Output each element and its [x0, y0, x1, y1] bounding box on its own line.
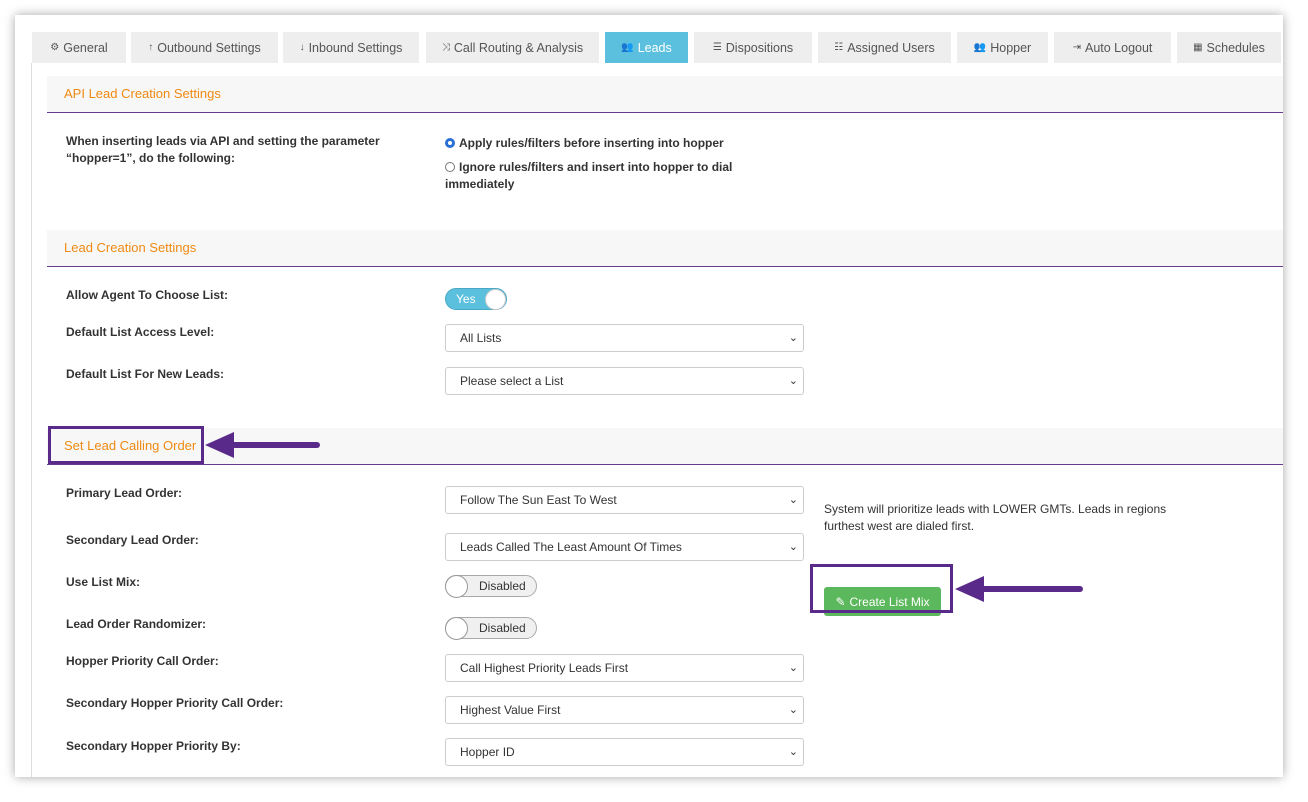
- highlight-box-lead-calling-order: [48, 426, 204, 464]
- allow-agent-choose-list-label: Allow Agent To Choose List:: [66, 288, 228, 302]
- select-value: Follow The Sun East To West: [460, 493, 617, 507]
- label-line: When inserting leads via API and setting…: [66, 134, 380, 148]
- api-hopper-label: When inserting leads via API and setting…: [66, 133, 380, 167]
- tab-label: Inbound Settings: [308, 40, 403, 55]
- tab-label: Schedules: [1206, 40, 1265, 55]
- lead-order-randomizer-label: Lead Order Randomizer:: [66, 617, 207, 631]
- primary-lead-order-select[interactable]: Follow The Sun East To West ⌄: [445, 486, 804, 514]
- tab-label: Outbound Settings: [157, 40, 261, 55]
- hopper-priority-call-order-label: Hopper Priority Call Order:: [66, 654, 219, 668]
- annotation-arrow-left-icon: [205, 432, 320, 458]
- tab-label: Leads: [637, 40, 672, 55]
- secondary-hopper-priority-call-order-select[interactable]: Highest Value First ⌄: [445, 696, 804, 724]
- annotation-arrow-left-icon: [955, 576, 1083, 602]
- radio-selected-icon[interactable]: [445, 138, 455, 148]
- radio-label-cont: immediately: [445, 177, 515, 191]
- calendar-icon: ▦: [1193, 42, 1203, 53]
- default-list-new-leads-label: Default List For New Leads:: [66, 367, 225, 381]
- list-ordered-icon: ☷: [834, 42, 844, 53]
- section-header-lead-creation: Lead Creation Settings: [47, 230, 1283, 267]
- tab-general[interactable]: ⚙ General: [32, 32, 126, 63]
- arrow-down-icon: ↓: [299, 42, 305, 53]
- tab-outbound-settings[interactable]: ↑ Outbound Settings: [131, 32, 278, 63]
- radio-apply-rules[interactable]: Apply rules/filters before inserting int…: [445, 135, 724, 152]
- tab-label: Auto Logout: [1084, 40, 1153, 55]
- tab-assigned-users[interactable]: ☷ Assigned Users: [818, 32, 951, 63]
- lead-order-randomizer-toggle[interactable]: Disabled: [445, 617, 537, 640]
- chevron-down-icon: ⌄: [788, 494, 798, 506]
- tab-label: Assigned Users: [847, 40, 935, 55]
- radio-label: Apply rules/filters before inserting int…: [459, 136, 724, 150]
- tab-leads[interactable]: 👥 Leads: [605, 32, 688, 63]
- toggle-text: Yes: [456, 292, 476, 306]
- radio-ignore-rules[interactable]: Ignore rules/filters and insert into hop…: [445, 159, 732, 193]
- select-value: Leads Called The Least Amount Of Times: [460, 540, 682, 554]
- tab-schedules[interactable]: ▦ Schedules: [1177, 32, 1281, 63]
- shuffle-icon: ⤨: [441, 42, 450, 53]
- help-line: furthest west are dialed first.: [824, 519, 975, 533]
- select-value: Hopper ID: [460, 745, 515, 759]
- section-title: Lead Creation Settings: [64, 240, 197, 255]
- select-value: All Lists: [460, 331, 502, 345]
- tab-label: Hopper: [990, 40, 1032, 55]
- highlight-box-create-list-mix: [810, 564, 953, 613]
- tab-label: Dispositions: [725, 40, 794, 55]
- use-list-mix-toggle[interactable]: Disabled: [445, 575, 537, 598]
- default-list-new-leads-select[interactable]: Please select a List ⌄: [445, 367, 804, 395]
- chevron-down-icon: ⌄: [788, 541, 798, 553]
- allow-agent-choose-list-toggle[interactable]: Yes: [445, 288, 507, 310]
- chevron-down-icon: ⌄: [788, 662, 798, 674]
- chevron-down-icon: ⌄: [788, 375, 798, 387]
- tab-label: General: [63, 40, 108, 55]
- secondary-lead-order-label: Secondary Lead Order:: [66, 533, 199, 547]
- label-line: “hopper=1”, do the following:: [66, 151, 235, 165]
- default-list-access-level-label: Default List Access Level:: [66, 325, 215, 339]
- help-line: System will prioritize leads with LOWER …: [824, 502, 1167, 516]
- tab-auto-logout[interactable]: ⇥ Auto Logout: [1054, 32, 1171, 63]
- secondary-hopper-priority-by-select[interactable]: Hopper ID ⌄: [445, 738, 804, 766]
- tab-bar: ⚙ General ↑ Outbound Settings ↓ Inbound …: [32, 32, 1283, 63]
- settings-window: ⚙ General ↑ Outbound Settings ↓ Inbound …: [15, 15, 1283, 777]
- tab-hopper[interactable]: 👥 Hopper: [957, 32, 1048, 63]
- tab-call-routing-analysis[interactable]: ⤨ Call Routing & Analysis: [426, 32, 599, 63]
- toggle-text: Disabled: [479, 579, 526, 593]
- section-header-api-lead-creation: API Lead Creation Settings: [47, 76, 1283, 113]
- secondary-lead-order-select[interactable]: Leads Called The Least Amount Of Times ⌄: [445, 533, 804, 561]
- chevron-down-icon: ⌄: [788, 332, 798, 344]
- toggle-knob: [445, 617, 468, 640]
- hopper-priority-call-order-select[interactable]: Call Highest Priority Leads First ⌄: [445, 654, 804, 682]
- toggle-knob: [445, 575, 468, 598]
- use-list-mix-label: Use List Mix:: [66, 575, 141, 589]
- users-icon: 👥: [973, 42, 987, 53]
- radio-label: Ignore rules/filters and insert into hop…: [459, 160, 733, 174]
- secondary-hopper-priority-call-order-label: Secondary Hopper Priority Call Order:: [66, 696, 284, 710]
- section-title: API Lead Creation Settings: [64, 86, 221, 101]
- select-value: Call Highest Priority Leads First: [460, 661, 629, 675]
- toggle-text: Disabled: [479, 621, 526, 635]
- default-list-access-level-select[interactable]: All Lists ⌄: [445, 324, 804, 352]
- chevron-down-icon: ⌄: [788, 746, 798, 758]
- chevron-down-icon: ⌄: [788, 704, 798, 716]
- primary-lead-order-help: System will prioritize leads with LOWER …: [824, 501, 1184, 535]
- select-value: Highest Value First: [460, 703, 561, 717]
- secondary-hopper-priority-by-label: Secondary Hopper Priority By:: [66, 739, 241, 753]
- select-value: Please select a List: [460, 374, 564, 388]
- tab-label: Call Routing & Analysis: [453, 40, 584, 55]
- primary-lead-order-label: Primary Lead Order:: [66, 486, 183, 500]
- toggle-knob: [485, 289, 506, 310]
- leads-tab-content: API Lead Creation Settings When insertin…: [31, 63, 1283, 777]
- list-icon: ☰: [712, 42, 722, 53]
- sign-out-icon: ⇥: [1072, 42, 1081, 53]
- users-icon: 👥: [621, 42, 634, 53]
- gears-icon: ⚙: [50, 42, 60, 53]
- tab-dispositions[interactable]: ☰ Dispositions: [694, 32, 812, 63]
- arrow-up-icon: ↑: [148, 42, 154, 53]
- tab-inbound-settings[interactable]: ↓ Inbound Settings: [283, 32, 419, 63]
- radio-unselected-icon[interactable]: [445, 162, 455, 172]
